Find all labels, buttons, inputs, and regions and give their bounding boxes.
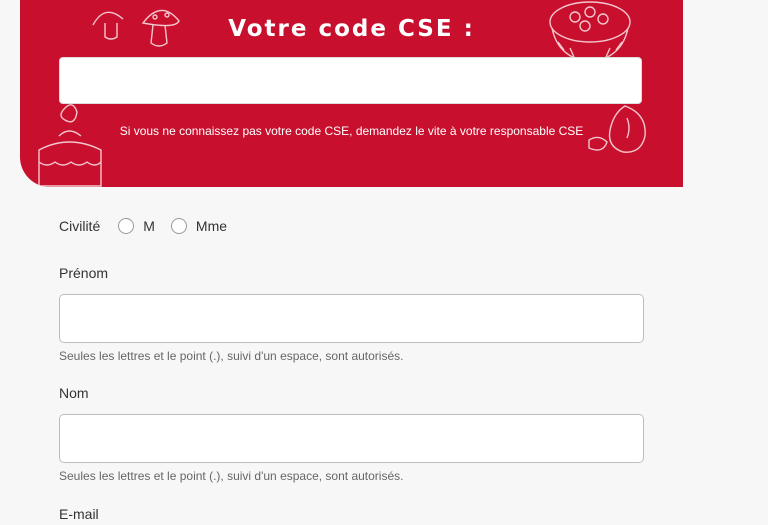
- cse-code-banner: Votre code CSE : Si vous ne connaissez p…: [20, 0, 683, 187]
- civilite-radio-mme[interactable]: [170, 218, 187, 234]
- nom-help: Seules les lettres et le point (.), suiv…: [59, 469, 404, 483]
- civilite-option-m[interactable]: M: [118, 218, 155, 234]
- cse-code-input[interactable]: [59, 57, 642, 104]
- prenom-help: Seules les lettres et le point (.), suiv…: [59, 349, 404, 363]
- prenom-input[interactable]: [59, 294, 644, 343]
- civilite-option-mme[interactable]: Mme: [170, 218, 228, 234]
- civilite-group: Civilité M Mme: [59, 218, 243, 234]
- cse-code-title: Votre code CSE :: [228, 16, 475, 42]
- nom-input[interactable]: [59, 414, 644, 463]
- cake-doodle-icon: [38, 104, 102, 187]
- civilite-label: Civilité: [59, 218, 101, 234]
- civilite-option-mme-label: Mme: [195, 218, 228, 234]
- cse-code-hint: Si vous ne connaissez pas votre code CSE…: [119, 124, 584, 138]
- prenom-label: Prénom: [59, 265, 109, 281]
- civilite-radio-m[interactable]: [118, 218, 135, 234]
- civilite-option-m-label: M: [143, 218, 155, 234]
- email-label: E-mail: [59, 506, 99, 522]
- nom-label: Nom: [59, 385, 89, 401]
